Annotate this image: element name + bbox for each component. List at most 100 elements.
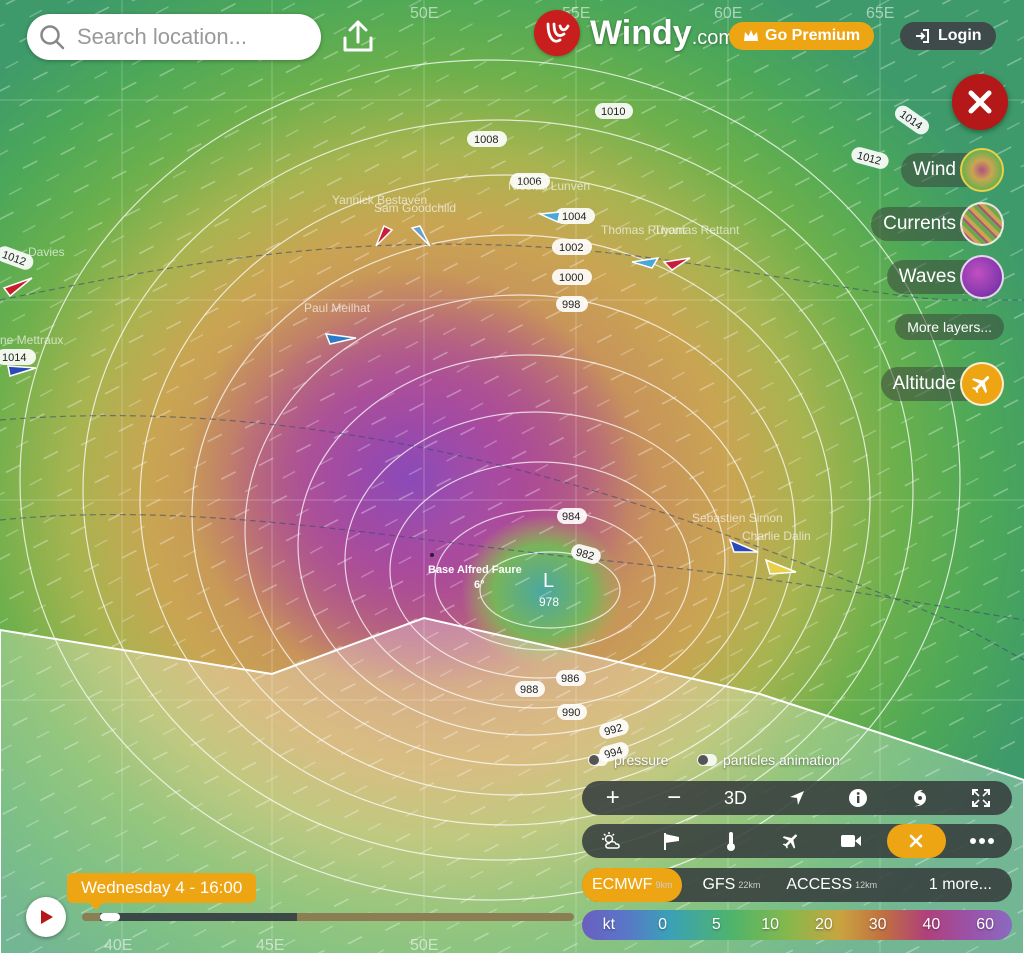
station-name: Base Alfred Faure	[428, 564, 522, 576]
currents-layer-thumbnail	[960, 202, 1004, 246]
more-dots-icon	[970, 838, 995, 844]
location-arrow-icon	[789, 791, 804, 805]
thermometer-button[interactable]	[701, 824, 761, 858]
svg-text:990: 990	[562, 707, 580, 719]
login-button[interactable]: Login	[900, 22, 996, 50]
boat-label: Nicolas Lunven	[508, 179, 590, 193]
altitude-button[interactable]: Altitude	[880, 362, 1004, 406]
model-resolution: 9km	[655, 880, 673, 890]
legend-value: 30	[868, 916, 887, 933]
svg-text:1000: 1000	[559, 272, 583, 284]
close-button[interactable]	[952, 74, 1008, 130]
svg-text:1014: 1014	[2, 352, 26, 364]
particles-switch[interactable]	[697, 754, 717, 766]
webcam-button[interactable]	[821, 824, 881, 858]
search-input[interactable]	[75, 23, 319, 51]
view-3d-button[interactable]: 3D	[705, 781, 766, 815]
weather-forecast-icon	[601, 832, 620, 849]
low-value: 978	[539, 595, 559, 609]
boat-label: Sam Goodchild	[374, 201, 456, 215]
model-ecmwf[interactable]: ECMWF 9km	[582, 868, 683, 902]
premium-label: Go Premium	[765, 27, 861, 44]
close-icon	[910, 834, 923, 848]
lon-label-50e: 50E	[410, 937, 438, 954]
close-features-button[interactable]	[886, 824, 947, 858]
video-camera-icon	[840, 835, 861, 847]
forecast-button[interactable]	[582, 824, 642, 858]
station-temp: 6°	[474, 579, 485, 591]
boat-label: Paul Meilhat	[304, 301, 371, 315]
more-models-label: 1 more...	[928, 876, 992, 893]
model-selector: ECMWF 9km GFS 22km ACCESS 12km 1 more...	[582, 868, 1012, 902]
layer-wind[interactable]: Wind	[900, 148, 1004, 192]
svg-text:1002: 1002	[559, 242, 583, 254]
timeline-handle[interactable]	[100, 913, 120, 921]
zoom-in-button[interactable]: +	[582, 781, 643, 815]
model-gfs[interactable]: GFS 22km	[692, 868, 770, 902]
isobar-label: 984	[557, 508, 587, 524]
altitude-icon-wrap	[960, 362, 1004, 406]
share-button[interactable]	[338, 16, 378, 56]
lon-label-40e: 40E	[104, 937, 132, 954]
particles-toggle-label: particles animation	[723, 752, 840, 768]
layer-currents[interactable]: Currents	[871, 202, 1004, 246]
play-icon	[41, 910, 53, 924]
model-name: ACCESS	[786, 876, 853, 893]
more-layers-label: More layers...	[907, 319, 992, 335]
layer-waves[interactable]: Waves	[886, 255, 1004, 299]
search-box[interactable]	[27, 14, 321, 60]
hurricane-button[interactable]	[889, 781, 950, 815]
time-label: Wednesday 4 - 16:00	[81, 878, 243, 897]
lon-label-45e: 45E	[256, 937, 284, 954]
windsock-button[interactable]	[642, 824, 702, 858]
close-icon	[968, 90, 992, 114]
windsock-icon	[663, 833, 679, 850]
waves-layer-thumbnail	[960, 255, 1004, 299]
isobar-label: 1002	[552, 239, 592, 255]
time-badge[interactable]: Wednesday 4 - 16:00	[67, 873, 257, 910]
airport-button[interactable]	[761, 824, 821, 858]
isobar-label: 998	[556, 296, 588, 312]
svg-text:988: 988	[520, 684, 538, 696]
boat-label: Davies	[28, 245, 65, 259]
isobar-label: 986	[556, 670, 586, 686]
lon-label-65e-top: 65E	[866, 5, 894, 22]
svg-text:986: 986	[561, 673, 579, 685]
pressure-toggle[interactable]: pressure	[588, 752, 668, 768]
model-resolution: 22km	[738, 880, 761, 890]
zoom-out-button[interactable]: −	[643, 781, 704, 815]
isobar-label: 990	[557, 704, 587, 720]
more-models-button[interactable]: 1 more...	[919, 868, 1002, 902]
play-button[interactable]	[26, 897, 66, 937]
particles-toggle[interactable]: particles animation	[697, 752, 840, 768]
login-label: Login	[938, 27, 982, 44]
windy-logo-icon	[534, 10, 580, 56]
info-button[interactable]	[828, 781, 889, 815]
login-icon	[916, 29, 929, 43]
wind-speed-legend[interactable]: kt 0 5 10 20 30 40 60	[582, 910, 1012, 940]
isobar-label: 1014	[0, 349, 36, 365]
crown-icon	[744, 30, 758, 41]
svg-text:1008: 1008	[474, 134, 498, 146]
go-premium-button[interactable]: Go Premium	[729, 22, 875, 50]
zoom-in-label: +	[605, 784, 620, 811]
fullscreen-button[interactable]	[951, 781, 1012, 815]
brand-name: Windy	[590, 13, 692, 52]
fullscreen-icon	[972, 789, 991, 807]
more-menu-button[interactable]	[952, 824, 1012, 858]
airplane-icon	[782, 834, 797, 849]
isobar-label: 1000	[552, 269, 592, 285]
legend-value: 60	[976, 916, 995, 933]
low-symbol: L	[543, 570, 554, 592]
timeline-slider[interactable]	[82, 913, 574, 921]
model-access[interactable]: ACCESS 12km	[776, 868, 887, 902]
pressure-switch[interactable]	[588, 754, 608, 766]
lon-label-50e-top: 50E	[410, 5, 438, 22]
locate-button[interactable]	[766, 781, 827, 815]
info-icon	[849, 789, 868, 807]
legend-value: 40	[922, 916, 941, 933]
legend-unit: kt	[602, 916, 616, 933]
share-icon	[343, 20, 373, 52]
more-layers-button[interactable]: More layers...	[895, 314, 1004, 340]
thermometer-icon	[727, 832, 736, 851]
